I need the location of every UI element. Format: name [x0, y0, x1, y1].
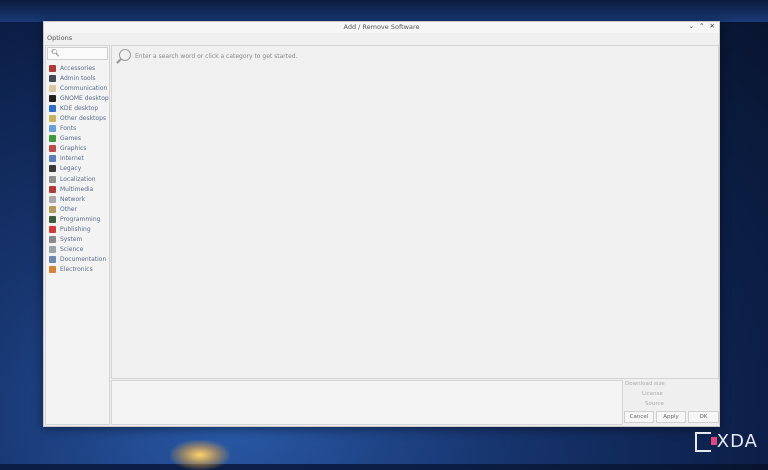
xda-watermark: XDA: [694, 431, 758, 452]
accessories-icon: [49, 64, 56, 72]
category-item[interactable]: Network: [46, 194, 109, 204]
games-icon: [49, 135, 56, 143]
category-label: Fonts: [60, 125, 77, 133]
category-label: Publishing: [60, 226, 91, 234]
admin-tools-icon: [49, 74, 56, 82]
network-icon: [49, 195, 56, 203]
category-label: Other desktops: [60, 115, 107, 123]
category-item[interactable]: System: [46, 235, 109, 245]
category-label: Accessories: [60, 64, 96, 72]
license-label: License: [642, 391, 663, 397]
search-input[interactable]: 🔍︎: [47, 47, 108, 60]
category-item[interactable]: Publishing: [46, 225, 109, 235]
category-label: Multimedia: [60, 185, 94, 193]
window-title: Add / Remove Software: [343, 23, 420, 31]
lantern-glow: [170, 440, 230, 470]
options-menu[interactable]: Options: [47, 34, 72, 42]
category-item[interactable]: Other: [46, 204, 109, 214]
watermark-text: XDA: [716, 431, 758, 452]
category-sidebar: 🔍︎ Accessories Admin tools Communication GN…: [45, 45, 110, 425]
category-item[interactable]: Graphics: [46, 144, 109, 154]
category-item[interactable]: Legacy: [46, 164, 109, 174]
category-label: Games: [60, 135, 81, 143]
title-bar[interactable]: Add / Remove Software ⌄ ⌃ ✕: [44, 22, 719, 33]
ok-button[interactable]: OK: [688, 411, 719, 423]
other-icon: [49, 205, 56, 213]
window-controls: ⌄ ⌃ ✕: [689, 22, 715, 30]
communication-icon: [49, 84, 56, 92]
category-list: Accessories Admin tools Communication GNOME…: [46, 63, 109, 275]
category-label: Electronics: [60, 266, 93, 274]
category-label: Legacy: [60, 165, 82, 173]
electronics-icon: [49, 266, 56, 274]
category-label: Programming: [60, 215, 101, 223]
multimedia-icon: [49, 185, 56, 193]
category-item[interactable]: Games: [46, 134, 109, 144]
search-hint: Enter a search word or click a category …: [115, 48, 298, 65]
publishing-icon: [49, 226, 56, 234]
category-item[interactable]: KDE desktop: [46, 103, 109, 113]
close-icon[interactable]: ✕: [710, 22, 715, 30]
category-label: GNOME desktop: [60, 94, 109, 102]
source-label: Source: [645, 401, 664, 407]
category-label: Internet: [60, 155, 84, 163]
category-label: Admin tools: [60, 74, 96, 82]
fonts-icon: [49, 125, 56, 133]
internet-icon: [49, 155, 56, 163]
category-label: Graphics: [60, 145, 87, 153]
hint-text: Enter a search word or click a category …: [135, 53, 298, 60]
category-item[interactable]: Documentation: [46, 255, 109, 265]
background-top: [0, 0, 768, 22]
category-item[interactable]: GNOME desktop: [46, 93, 109, 103]
category-item[interactable]: Other desktops: [46, 113, 109, 123]
documentation-icon: [49, 256, 56, 264]
package-description-pane: [111, 380, 623, 425]
dialog-buttons: Cancel Apply OK: [624, 411, 719, 423]
category-item[interactable]: Communication: [46, 83, 109, 93]
download-size-label: Download size: [625, 381, 665, 387]
minimize-icon[interactable]: ⌄: [689, 22, 694, 30]
system-icon: [49, 236, 56, 244]
category-label: Localization: [60, 175, 96, 183]
category-label: KDE desktop: [60, 104, 99, 112]
category-item[interactable]: Electronics: [46, 265, 109, 275]
magnifier-icon: [115, 48, 132, 65]
category-item[interactable]: Internet: [46, 154, 109, 164]
maximize-icon[interactable]: ⌃: [699, 22, 704, 30]
category-item[interactable]: Programming: [46, 214, 109, 224]
category-label: Documentation: [60, 256, 107, 264]
gnome-icon: [49, 94, 56, 102]
kde-icon: [49, 104, 56, 112]
graphics-icon: [49, 145, 56, 153]
category-label: Communication: [60, 84, 108, 92]
xda-logo-icon: [694, 431, 717, 452]
science-icon: [49, 246, 56, 254]
apply-button[interactable]: Apply: [656, 411, 686, 423]
package-list-area[interactable]: Enter a search word or click a category …: [111, 45, 719, 379]
localization-icon: [49, 175, 56, 183]
search-icon: 🔍︎: [51, 49, 60, 57]
programming-icon: [49, 215, 56, 223]
category-item[interactable]: Multimedia: [46, 184, 109, 194]
category-item[interactable]: Accessories: [46, 63, 109, 73]
cancel-button[interactable]: Cancel: [624, 411, 654, 423]
menu-bar: Options: [44, 33, 719, 44]
category-item[interactable]: Admin tools: [46, 73, 109, 83]
add-remove-software-window: Add / Remove Software ⌄ ⌃ ✕ Options 🔍︎ A…: [43, 21, 720, 427]
other-desktops-icon: [49, 115, 56, 123]
category-item[interactable]: Science: [46, 245, 109, 255]
category-label: Network: [60, 195, 86, 203]
legacy-icon: [49, 165, 56, 173]
category-item[interactable]: Fonts: [46, 124, 109, 134]
category-item[interactable]: Localization: [46, 174, 109, 184]
category-label: Other: [60, 205, 78, 213]
category-label: Science: [60, 246, 84, 254]
category-label: System: [60, 236, 83, 244]
